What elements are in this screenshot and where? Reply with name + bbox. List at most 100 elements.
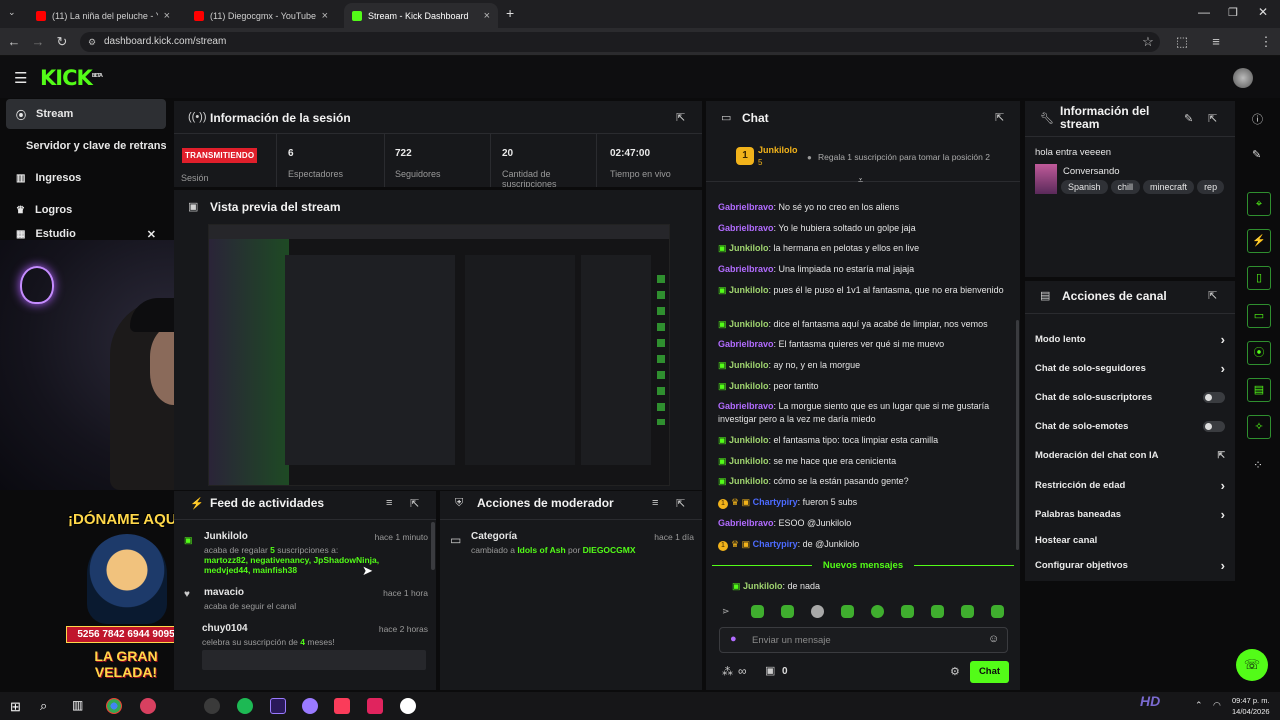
channel-action-row[interactable]: Chat de solo-suscriptores (1035, 388, 1225, 406)
emote-icon[interactable]: ⋗ (722, 606, 730, 617)
chat-username[interactable]: Chartypiry (753, 497, 798, 507)
rail-broadcast-icon[interactable]: ⦿ (1247, 341, 1271, 365)
popout-icon[interactable]: ⇱ (676, 497, 685, 510)
extensions-icon[interactable]: ⬚ (1174, 34, 1190, 50)
category-name[interactable]: Conversando (1063, 166, 1120, 177)
url-field[interactable]: ⚙ dashboard.kick.com/stream (80, 32, 1160, 52)
tab-search-chevron-icon[interactable]: ⌄ (8, 7, 16, 18)
chat-send-button[interactable]: Chat (970, 661, 1009, 683)
close-icon[interactable]: × (322, 10, 328, 22)
tiktok-icon[interactable] (367, 698, 383, 714)
spotify-icon[interactable] (237, 698, 253, 714)
external-link-icon[interactable]: ⇱ (1217, 450, 1225, 461)
browser-menu-icon[interactable]: ⋮ (1258, 34, 1274, 50)
chat-username[interactable]: Gabrielbravo (718, 264, 774, 274)
stream-preview-video[interactable] (208, 224, 670, 486)
popout-icon[interactable]: ⇱ (410, 497, 419, 510)
channel-action-row[interactable]: Chat de solo-seguidores › (1035, 359, 1225, 377)
info-icon[interactable]: ⓘ (1252, 111, 1263, 127)
tag[interactable]: Spanish (1061, 180, 1108, 194)
popout-icon[interactable]: ⇱ (995, 111, 1004, 124)
channel-action-row[interactable]: Hostear canal (1035, 531, 1225, 549)
chat-username[interactable]: Junkilolo (729, 285, 769, 295)
chat-username[interactable]: Chartypiry (753, 539, 798, 549)
app-icon[interactable] (140, 698, 156, 714)
chat-username[interactable]: Junkilolo (729, 319, 769, 329)
tray-clock-date[interactable]: 14/04/2026 (1232, 707, 1270, 716)
chat-username[interactable]: Gabrielbravo (718, 401, 774, 411)
new-tab-button[interactable]: + (506, 5, 514, 21)
rail-document-icon[interactable]: ▯ (1247, 266, 1271, 290)
rail-chat-icon[interactable]: ▭ (1247, 304, 1271, 328)
channel-action-row[interactable]: Configurar objetivos › (1035, 556, 1225, 574)
emote-icon[interactable] (931, 605, 944, 618)
support-bubble-icon[interactable]: ☏ (1236, 649, 1268, 681)
new-messages-banner[interactable]: Nuevos mensajes (712, 559, 1014, 573)
sidebar-item-ingresos[interactable]: ▥ Ingresos (6, 163, 166, 193)
chrome-icon[interactable] (106, 698, 122, 714)
rail-add-widget-icon[interactable]: ⁘ (1253, 458, 1263, 472)
chat-username[interactable]: Junkilolo (729, 360, 769, 370)
wifi-icon[interactable]: ◠ (1213, 700, 1221, 711)
chat-scrollbar[interactable] (1016, 320, 1019, 550)
chevron-right-icon[interactable]: › (1221, 478, 1225, 493)
browser-tab-3[interactable]: Stream - Kick Dashboard × (344, 3, 498, 28)
chat-username[interactable]: Junkilolo (729, 381, 769, 391)
channel-action-row[interactable]: Modo lento › (1035, 330, 1225, 348)
emote-icon[interactable] (781, 605, 794, 618)
toggle-switch[interactable] (1203, 391, 1225, 403)
emote-icon[interactable] (901, 605, 914, 618)
popout-icon[interactable]: ⇱ (676, 111, 685, 124)
sidebar-item-stream[interactable]: ⦿ Stream (6, 99, 166, 129)
chevron-right-icon[interactable]: › (1221, 332, 1225, 347)
emote-icon[interactable] (991, 605, 1004, 618)
user-avatar[interactable] (1233, 68, 1253, 88)
channel-action-row[interactable]: Moderación del chat con IA ⇱ (1035, 446, 1225, 464)
edit-rail-icon[interactable]: ✎ (1252, 148, 1261, 161)
emote-icon[interactable] (841, 605, 854, 618)
filter-icon[interactable]: ≡ (652, 497, 658, 509)
browser-tab-1[interactable]: (11) La niña del peluche - YouTu × (28, 3, 178, 28)
tag[interactable]: minecraft (1143, 180, 1195, 194)
channel-action-row[interactable]: Palabras baneadas › (1035, 505, 1225, 523)
collapse-icon[interactable]: ⩡ (858, 175, 863, 186)
chevron-right-icon[interactable]: › (1221, 507, 1225, 522)
start-icon[interactable]: ⊞ (10, 699, 21, 715)
window-close-icon[interactable]: ✕ (1258, 5, 1268, 19)
sidebar-item-logros[interactable]: ♛ Logros (6, 195, 166, 225)
forward-icon[interactable]: → (30, 34, 46, 49)
rail-bolt-icon[interactable]: ⚡ (1247, 229, 1271, 253)
bookmark-star-icon[interactable]: ☆ (1140, 34, 1156, 50)
close-icon[interactable]: × (164, 10, 170, 22)
back-icon[interactable]: ← (6, 34, 22, 49)
filter-icon[interactable]: ≡ (386, 497, 392, 509)
rail-crosshair-icon[interactable]: ⌖ (1247, 192, 1271, 216)
channel-action-row[interactable]: Restricción de edad › (1035, 476, 1225, 494)
channel-action-row[interactable]: Chat de solo-emotes (1035, 417, 1225, 435)
edit-icon[interactable]: ✎ (1184, 112, 1193, 125)
chat-username[interactable]: Junkilolo (729, 243, 769, 253)
taskbar-search-icon[interactable]: ⌕ (40, 698, 47, 714)
media-icon[interactable]: ≡ (1208, 34, 1224, 49)
chat-username[interactable]: Junkilolo (729, 456, 769, 466)
chevron-right-icon[interactable]: › (1221, 558, 1225, 573)
feed-scrollbar[interactable] (431, 522, 435, 570)
emote-icon[interactable] (811, 605, 824, 618)
popout-icon[interactable]: ⇱ (1208, 112, 1217, 125)
chat-username[interactable]: Gabrielbravo (718, 518, 774, 528)
emote-icon[interactable] (751, 605, 764, 618)
kick-logo[interactable]: KICKBETA (40, 66, 103, 90)
popout-icon[interactable]: ⇱ (1208, 289, 1217, 302)
app-ring-icon[interactable] (400, 698, 416, 714)
task-view-icon[interactable]: ▥ (72, 698, 83, 712)
browser-tab-2[interactable]: (11) Diegocgmx - YouTube × (186, 3, 336, 28)
minimize-icon[interactable]: — (1198, 5, 1210, 19)
music-icon[interactable] (334, 698, 350, 714)
rail-list-icon[interactable]: ▤ (1247, 378, 1271, 402)
sidebar-item-server[interactable]: Servidor y clave de retransmisión (6, 131, 166, 161)
site-info-icon[interactable]: ⚙ (88, 32, 96, 52)
reload-icon[interactable]: ↻ (54, 34, 70, 50)
chat-settings-icon[interactable]: ⚙ (950, 665, 960, 678)
premiere-icon[interactable] (270, 698, 286, 714)
chat-username[interactable]: Junkilolo (729, 476, 769, 486)
